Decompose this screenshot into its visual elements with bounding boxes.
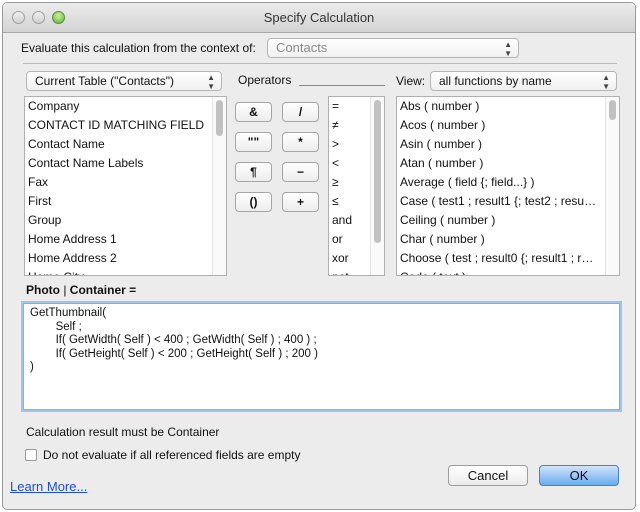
result-type-text: Calculation result must be Container: [26, 425, 220, 439]
view-select[interactable]: all functions by name ▲ ▼: [430, 71, 617, 91]
field-item[interactable]: Group: [25, 211, 226, 230]
divider: [23, 63, 617, 64]
do-not-evaluate-option[interactable]: Do not evaluate if all referenced fields…: [25, 448, 300, 462]
separator: |: [60, 283, 70, 297]
scroll-thumb[interactable]: [216, 100, 223, 136]
field-item[interactable]: Contact Name Labels: [25, 154, 226, 173]
function-item[interactable]: Case ( test1 ; result1 {; test2 ; resu…: [397, 192, 619, 211]
function-item[interactable]: Average ( field {; field...} ): [397, 173, 619, 192]
operators-list[interactable]: =≠><≥≤andorxornot: [328, 96, 385, 276]
cancel-button[interactable]: Cancel: [448, 465, 528, 486]
multiply-operator-button[interactable]: *: [282, 132, 319, 152]
functions-list[interactable]: Abs ( number ) Acos ( number ) Asin ( numb…: [396, 96, 620, 276]
field-item[interactable]: Company: [25, 97, 226, 116]
field-item[interactable]: CONTACT ID MATCHING FIELD: [25, 116, 226, 135]
scroll-thumb[interactable]: [374, 100, 381, 243]
pilcrow-operator-button[interactable]: ¶: [235, 162, 272, 182]
function-item[interactable]: Abs ( number ): [397, 97, 619, 116]
equals: =: [125, 283, 137, 297]
updown-icon: ▲ ▼: [207, 73, 215, 91]
minimize-window-button[interactable]: [32, 11, 45, 24]
operators-label: Operators: [238, 73, 292, 87]
field-item[interactable]: Home Address 1: [25, 230, 226, 249]
operators-scrollbar[interactable]: [370, 97, 384, 275]
updown-icon: ▲ ▼: [602, 73, 610, 91]
function-item[interactable]: Ceiling ( number ): [397, 211, 619, 230]
field-item[interactable]: Home City: [25, 268, 226, 275]
function-item[interactable]: Atan ( number ): [397, 154, 619, 173]
context-select[interactable]: Contacts ▲ ▼: [267, 38, 519, 58]
field-name: Photo: [26, 283, 60, 297]
learn-more-link[interactable]: Learn More...: [10, 479, 87, 494]
do-not-evaluate-checkbox[interactable]: [25, 449, 37, 461]
ampersand-operator-button[interactable]: &: [235, 102, 272, 122]
function-item[interactable]: Char ( number ): [397, 230, 619, 249]
quotes-operator-button[interactable]: "": [235, 132, 272, 152]
function-item[interactable]: Asin ( number ): [397, 135, 619, 154]
functions-scrollbar[interactable]: [605, 97, 619, 275]
do-not-evaluate-label: Do not evaluate if all referenced fields…: [43, 448, 301, 462]
specify-calculation-dialog: Specify Calculation Evaluate this calcul…: [2, 2, 636, 510]
context-label: Evaluate this calculation from the conte…: [21, 41, 256, 55]
function-item[interactable]: Acos ( number ): [397, 116, 619, 135]
close-window-button[interactable]: [12, 11, 25, 24]
updown-icon: ▲ ▼: [504, 40, 512, 58]
divide-operator-button[interactable]: /: [282, 102, 319, 122]
view-label: View:: [396, 74, 426, 88]
table-select-value: Current Table ("Contacts"): [35, 74, 175, 88]
fields-list[interactable]: Company CONTACT ID MATCHING FIELD Contact …: [24, 96, 227, 276]
window-title: Specify Calculation: [263, 10, 375, 25]
zoom-window-button[interactable]: [52, 11, 65, 24]
title-bar: Specify Calculation: [3, 3, 635, 33]
field-item[interactable]: Contact Name: [25, 135, 226, 154]
minus-operator-button[interactable]: −: [282, 162, 319, 182]
context-value: Contacts: [276, 40, 328, 55]
function-item[interactable]: Code ( text ): [397, 268, 619, 275]
formula-editor[interactable]: GetThumbnail( Self ; If( GetWidth( Self …: [23, 303, 620, 410]
ok-button[interactable]: OK: [539, 465, 619, 486]
field-item[interactable]: First: [25, 192, 226, 211]
fields-scrollbar[interactable]: [212, 97, 226, 275]
parentheses-operator-button[interactable]: (): [235, 192, 272, 212]
field-type: Container: [69, 283, 126, 297]
field-item[interactable]: Fax: [25, 173, 226, 192]
plus-operator-button[interactable]: +: [282, 192, 319, 212]
function-item[interactable]: Choose ( test ; result0 {; result1 ; r…: [397, 249, 619, 268]
view-value: all functions by name: [439, 74, 552, 88]
table-select[interactable]: Current Table ("Contacts") ▲ ▼: [26, 71, 222, 91]
scroll-thumb[interactable]: [609, 100, 616, 120]
operators-rule: [299, 85, 385, 86]
field-item[interactable]: Home Address 2: [25, 249, 226, 268]
field-heading: Photo | Container =: [26, 283, 136, 297]
